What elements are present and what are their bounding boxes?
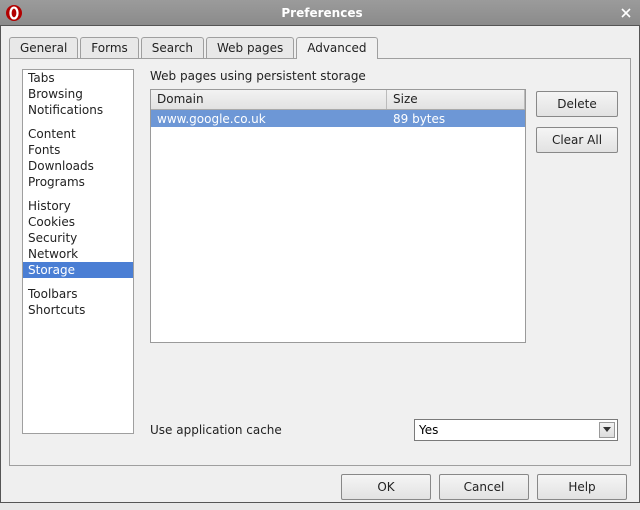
clear-all-button[interactable]: Clear All bbox=[536, 127, 618, 153]
table-row[interactable]: www.google.co.uk 89 bytes bbox=[151, 110, 525, 127]
sidebar-item-downloads[interactable]: Downloads bbox=[23, 158, 133, 174]
storage-table: Domain Size www.google.co.uk 89 bytes bbox=[150, 89, 526, 343]
titlebar: Preferences bbox=[0, 0, 640, 26]
cell-size: 89 bytes bbox=[387, 111, 525, 127]
opera-icon bbox=[6, 5, 22, 21]
sidebar-item-notifications[interactable]: Notifications bbox=[23, 102, 133, 118]
sidebar-item-tabs[interactable]: Tabs bbox=[23, 70, 133, 86]
sidebar-item-network[interactable]: Network bbox=[23, 246, 133, 262]
chevron-down-icon bbox=[599, 422, 615, 438]
app-cache-label: Use application cache bbox=[150, 423, 414, 437]
sidebar-item-storage[interactable]: Storage bbox=[23, 262, 133, 278]
sidebar-item-content[interactable]: Content bbox=[23, 126, 133, 142]
tabstrip: General Forms Search Web pages Advanced bbox=[9, 34, 631, 58]
window-title: Preferences bbox=[28, 6, 616, 20]
tabpanel-advanced: Tabs Browsing Notifications Content Font… bbox=[9, 58, 631, 466]
tab-forms[interactable]: Forms bbox=[80, 37, 138, 58]
table-body: www.google.co.uk 89 bytes bbox=[151, 110, 525, 342]
tab-general[interactable]: General bbox=[9, 37, 78, 58]
sidebar-item-toolbars[interactable]: Toolbars bbox=[23, 286, 133, 302]
tab-search[interactable]: Search bbox=[141, 37, 204, 58]
sidebar-item-security[interactable]: Security bbox=[23, 230, 133, 246]
tab-advanced[interactable]: Advanced bbox=[296, 37, 377, 59]
pane-heading: Web pages using persistent storage bbox=[150, 69, 618, 83]
cancel-button[interactable]: Cancel bbox=[439, 474, 529, 500]
sidebar-item-browsing[interactable]: Browsing bbox=[23, 86, 133, 102]
dialog-body: General Forms Search Web pages Advanced … bbox=[0, 26, 640, 503]
column-domain[interactable]: Domain bbox=[151, 90, 387, 109]
dialog-footer: OK Cancel Help bbox=[9, 466, 631, 510]
app-cache-row: Use application cache Yes bbox=[150, 419, 618, 441]
sidebar-item-programs[interactable]: Programs bbox=[23, 174, 133, 190]
help-button[interactable]: Help bbox=[537, 474, 627, 500]
table-header: Domain Size bbox=[151, 90, 525, 110]
app-cache-value: Yes bbox=[419, 423, 438, 437]
ok-button[interactable]: OK bbox=[341, 474, 431, 500]
action-buttons: Delete Clear All bbox=[536, 91, 618, 153]
sidebar-item-history[interactable]: History bbox=[23, 198, 133, 214]
delete-button[interactable]: Delete bbox=[536, 91, 618, 117]
storage-pane: Web pages using persistent storage Domai… bbox=[150, 69, 618, 455]
close-icon[interactable] bbox=[616, 3, 636, 23]
tab-webpages[interactable]: Web pages bbox=[206, 37, 294, 58]
column-size[interactable]: Size bbox=[387, 90, 525, 109]
cell-domain: www.google.co.uk bbox=[151, 111, 387, 127]
sidebar-item-cookies[interactable]: Cookies bbox=[23, 214, 133, 230]
advanced-sidebar: Tabs Browsing Notifications Content Font… bbox=[22, 69, 134, 434]
app-cache-select[interactable]: Yes bbox=[414, 419, 618, 441]
sidebar-item-fonts[interactable]: Fonts bbox=[23, 142, 133, 158]
sidebar-item-shortcuts[interactable]: Shortcuts bbox=[23, 302, 133, 318]
